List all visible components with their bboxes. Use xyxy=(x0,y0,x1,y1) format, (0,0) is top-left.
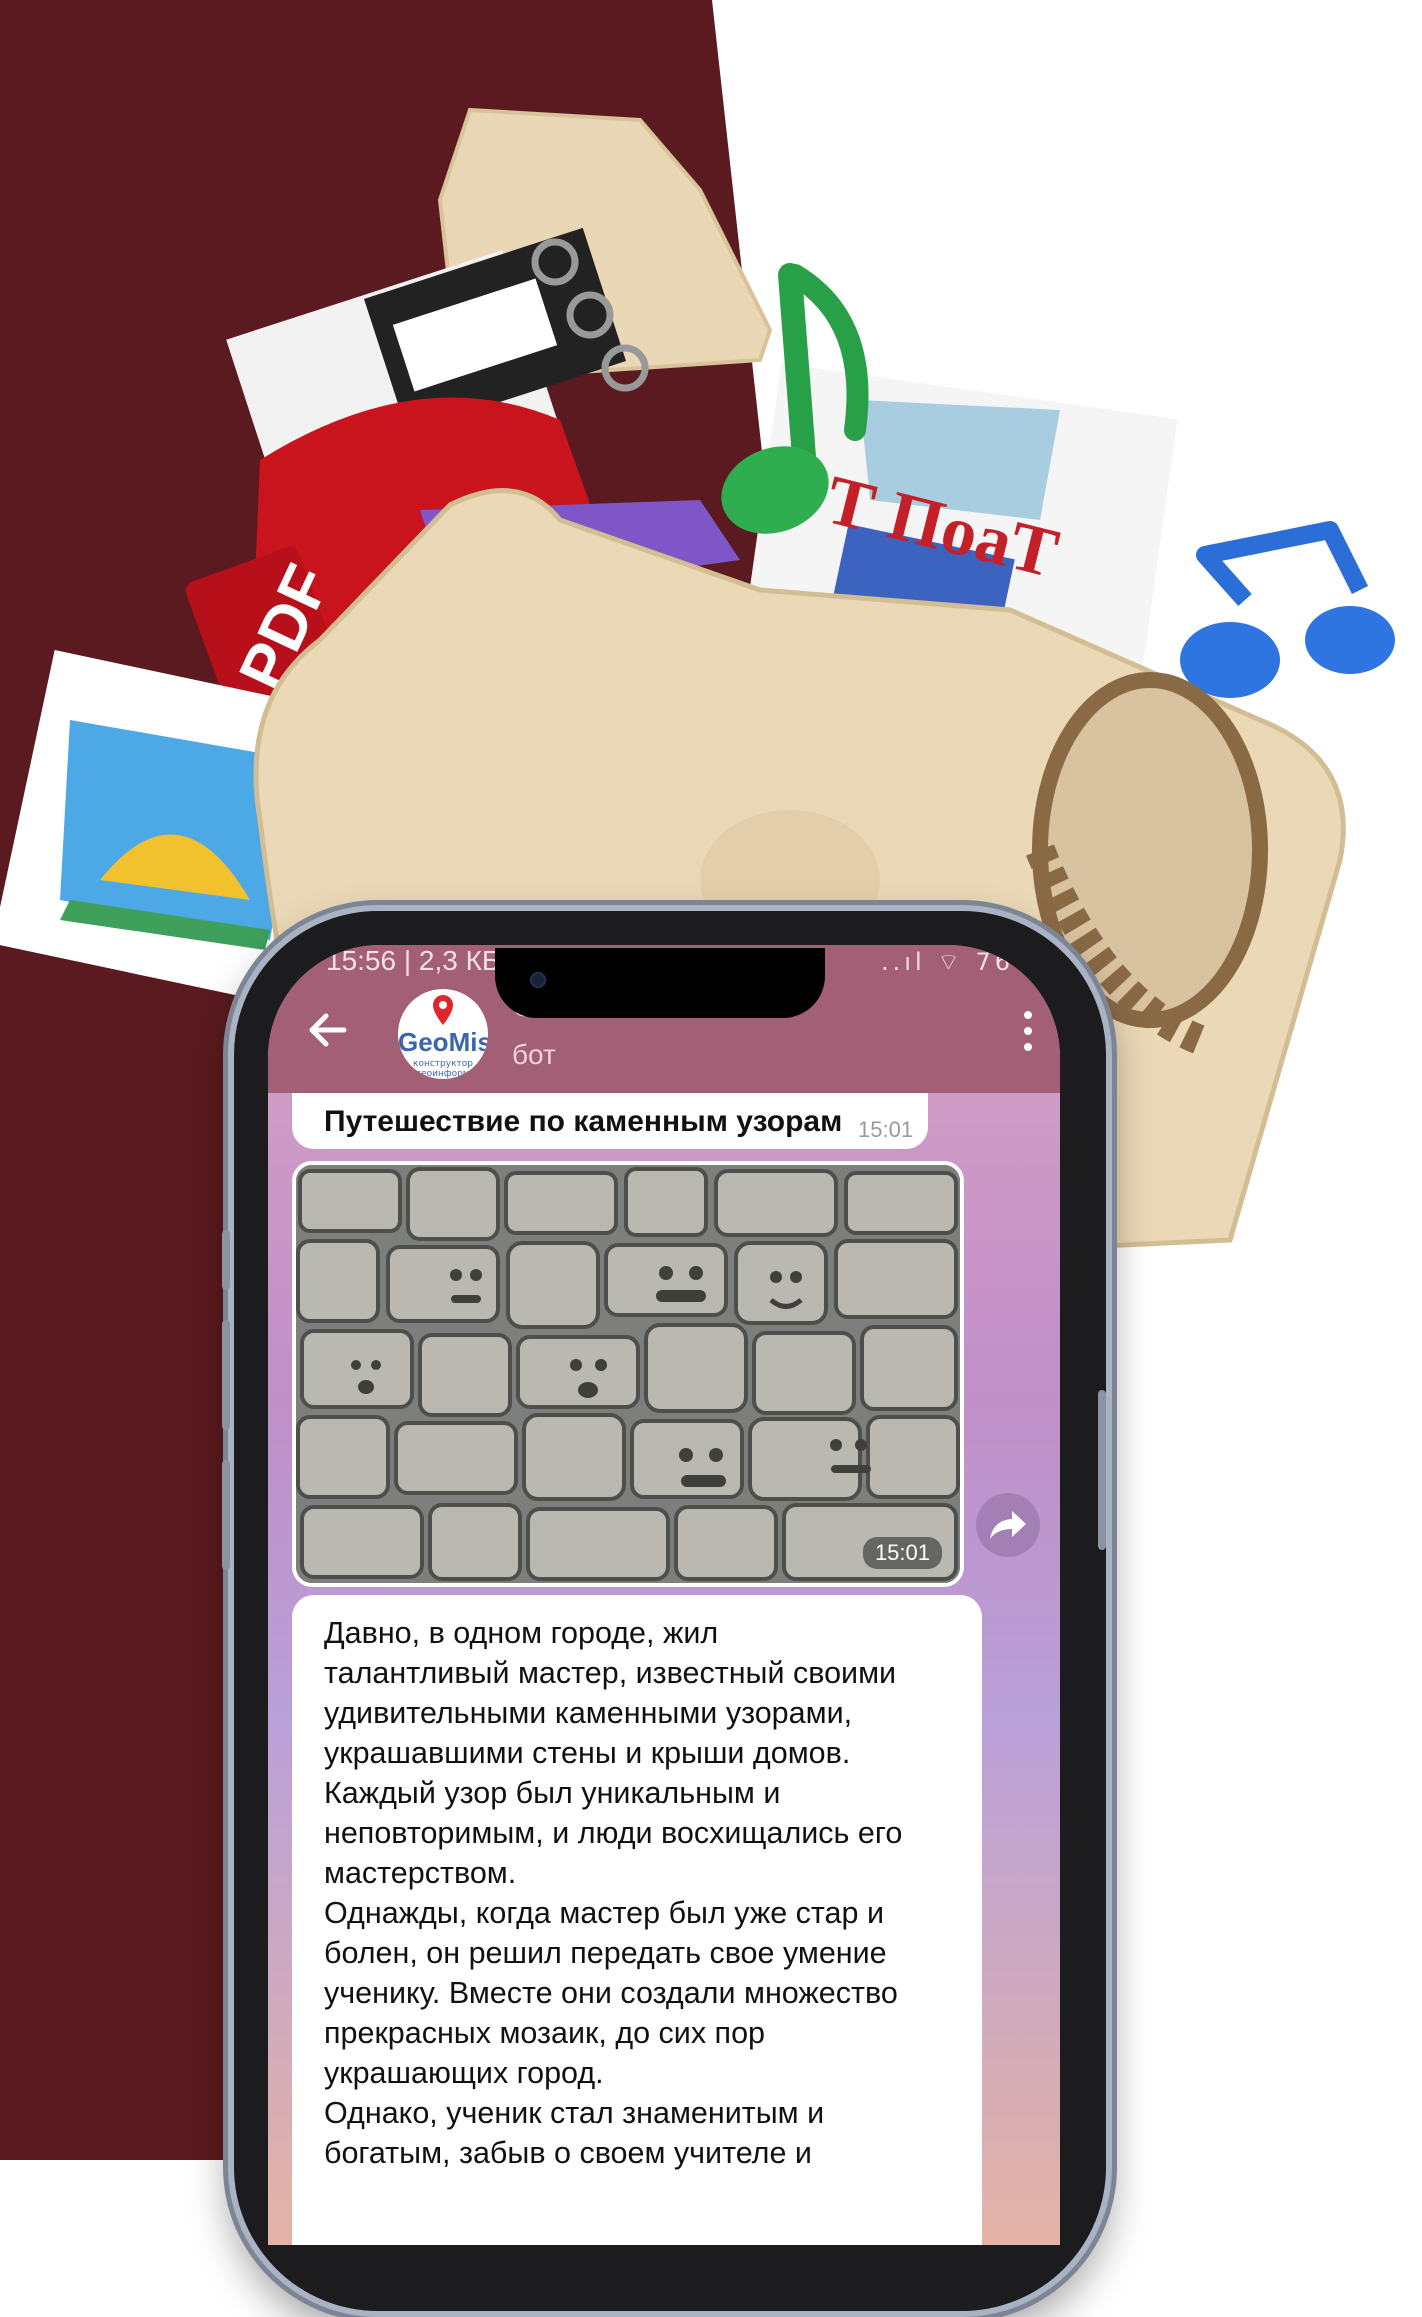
title-message[interactable]: Путешествие по каменным узорам 15:01 xyxy=(292,1093,928,1149)
title-message-time: 15:01 xyxy=(858,1117,914,1142)
photo-message[interactable]: 15:01 xyxy=(292,1161,964,1587)
phone-volume-up xyxy=(222,1320,230,1430)
back-arrow-icon[interactable] xyxy=(304,1007,354,1053)
location-pin-icon xyxy=(433,995,453,1025)
more-options-icon[interactable] xyxy=(1024,1011,1034,1055)
photo-time: 15:01 xyxy=(862,1537,942,1569)
chat-subtitle: бот xyxy=(512,1039,556,1070)
status-time: 15:56 | 2,3 КБ/с xyxy=(326,945,523,976)
forward-icon[interactable] xyxy=(976,1493,1040,1557)
front-camera xyxy=(530,972,546,988)
story-message-text: Давно, в одном городе, жил талантливый м… xyxy=(324,1616,903,2170)
phone-power-button xyxy=(1098,1390,1106,1550)
avatar-logo-text: GeoMis xyxy=(398,1027,488,1057)
story-message[interactable]: Давно, в одном городе, жил талантливый м… xyxy=(292,1595,982,2245)
avatar-logo-subtitle: конструктор геоинформ xyxy=(413,1059,473,1079)
blue-music-note-icon xyxy=(1180,521,1395,698)
phone-side-button xyxy=(222,1230,230,1290)
avatar[interactable]: GeoMis конструктор геоинформ xyxy=(398,989,488,1079)
chat-screen: 15:56 | 2,3 КБ/с ..ıl ⌔ 76 GeoMis констр… xyxy=(268,945,1060,2245)
stone-wall-image xyxy=(296,1165,960,1583)
status-icons: ..ıl ⌔ 76 xyxy=(881,948,1014,976)
title-message-text: Путешествие по каменным узорам xyxy=(324,1105,843,1138)
phone-volume-down xyxy=(222,1460,230,1570)
